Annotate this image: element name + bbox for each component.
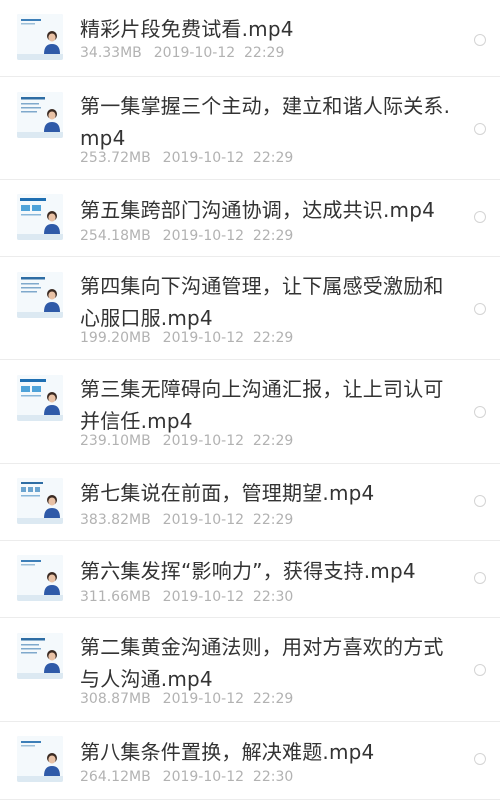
file-row[interactable]: 第五集跨部门沟通协调，达成共识.mp4 254.18MB 2019-10-12 22… bbox=[0, 180, 500, 257]
file-date: 2019-10-12 22:29 bbox=[162, 330, 294, 346]
file-name: 第八集条件置换，解决难题.mp4 bbox=[80, 740, 375, 764]
file-date: 2019-10-12 22:29 bbox=[162, 228, 294, 244]
radio-circle-icon[interactable] bbox=[474, 406, 486, 418]
file-list: 精彩片段免费试看.mp4 34.33MB 2019-10-12 22:29 第一集掌握… bbox=[0, 0, 500, 800]
file-meta: 264.12MB 2019-10-12 22:30 bbox=[80, 768, 293, 786]
video-thumbnail-icon bbox=[17, 736, 63, 782]
video-thumbnail-icon bbox=[17, 272, 63, 318]
file-name: 第一集掌握三个主动，建立和谐人际关系.mp4 bbox=[80, 94, 451, 150]
video-thumbnail-icon bbox=[17, 14, 63, 60]
radio-circle-icon[interactable] bbox=[474, 495, 486, 507]
file-name: 第七集说在前面，管理期望.mp4 bbox=[80, 481, 375, 505]
file-meta: 199.20MB 2019-10-12 22:29 bbox=[80, 329, 293, 347]
video-thumbnail-icon bbox=[17, 92, 63, 138]
radio-circle-icon[interactable] bbox=[474, 303, 486, 315]
file-size: 253.72MB bbox=[80, 150, 151, 166]
video-thumbnail-icon bbox=[17, 375, 63, 421]
radio-circle-icon[interactable] bbox=[474, 211, 486, 223]
file-date: 2019-10-12 22:30 bbox=[162, 589, 294, 605]
file-name: 第二集黄金沟通法则，用对方喜欢的方式与人沟通.mp4 bbox=[80, 635, 444, 691]
video-thumbnail-icon bbox=[17, 555, 63, 601]
file-meta: 239.10MB 2019-10-12 22:29 bbox=[80, 432, 293, 450]
video-thumbnail-icon bbox=[17, 633, 63, 679]
file-name: 精彩片段免费试看.mp4 bbox=[80, 17, 294, 41]
file-row[interactable]: 第一集掌握三个主动，建立和谐人际关系.mp4 253.72MB 2019-10-12… bbox=[0, 77, 500, 180]
file-meta: 311.66MB 2019-10-12 22:30 bbox=[80, 588, 293, 606]
file-meta: 308.87MB 2019-10-12 22:29 bbox=[80, 690, 293, 708]
file-size: 34.33MB bbox=[80, 45, 142, 61]
file-size: 383.82MB bbox=[80, 512, 151, 528]
file-size: 311.66MB bbox=[80, 589, 151, 605]
file-row[interactable]: 第六集发挥“影响力”，获得支持.mp4 311.66MB 2019-10-12 22… bbox=[0, 541, 500, 618]
file-row[interactable]: 第四集向下沟通管理，让下属感受激励和心服口服.mp4 199.20MB 2019-1… bbox=[0, 257, 500, 360]
file-row[interactable]: 第三集无障碍向上沟通汇报，让上司认可并信任.mp4 239.10MB 2019-10… bbox=[0, 360, 500, 464]
video-thumbnail-icon bbox=[17, 194, 63, 240]
radio-circle-icon[interactable] bbox=[474, 123, 486, 135]
file-meta: 253.72MB 2019-10-12 22:29 bbox=[80, 149, 293, 167]
file-date: 2019-10-12 22:29 bbox=[162, 433, 294, 449]
file-row[interactable]: 精彩片段免费试看.mp4 34.33MB 2019-10-12 22:29 bbox=[0, 0, 500, 77]
file-row[interactable]: 第七集说在前面，管理期望.mp4 383.82MB 2019-10-12 22:29 bbox=[0, 464, 500, 541]
file-name: 第五集跨部门沟通协调，达成共识.mp4 bbox=[80, 198, 436, 222]
file-date: 2019-10-12 22:29 bbox=[162, 512, 294, 528]
file-row[interactable]: 第二集黄金沟通法则，用对方喜欢的方式与人沟通.mp4 308.87MB 2019-1… bbox=[0, 618, 500, 722]
radio-circle-icon[interactable] bbox=[474, 753, 486, 765]
file-meta: 383.82MB 2019-10-12 22:29 bbox=[80, 511, 293, 529]
file-meta: 254.18MB 2019-10-12 22:29 bbox=[80, 227, 293, 245]
radio-circle-icon[interactable] bbox=[474, 664, 486, 676]
file-size: 308.87MB bbox=[80, 691, 151, 707]
file-date: 2019-10-12 22:29 bbox=[162, 150, 294, 166]
file-name: 第六集发挥“影响力”，获得支持.mp4 bbox=[80, 559, 416, 583]
radio-circle-icon[interactable] bbox=[474, 34, 486, 46]
file-date: 2019-10-12 22:29 bbox=[162, 691, 294, 707]
file-size: 199.20MB bbox=[80, 330, 151, 346]
file-name: 第三集无障碍向上沟通汇报，让上司认可并信任.mp4 bbox=[80, 377, 444, 433]
video-thumbnail-icon bbox=[17, 478, 63, 524]
radio-circle-icon[interactable] bbox=[474, 572, 486, 584]
file-meta: 34.33MB 2019-10-12 22:29 bbox=[80, 44, 284, 62]
file-name: 第四集向下沟通管理，让下属感受激励和心服口服.mp4 bbox=[80, 274, 444, 330]
file-date: 2019-10-12 22:29 bbox=[153, 45, 285, 61]
file-size: 264.12MB bbox=[80, 769, 151, 785]
file-size: 254.18MB bbox=[80, 228, 151, 244]
file-size: 239.10MB bbox=[80, 433, 151, 449]
file-date: 2019-10-12 22:30 bbox=[162, 769, 294, 785]
file-row[interactable]: 第八集条件置换，解决难题.mp4 264.12MB 2019-10-12 22:30 bbox=[0, 722, 500, 800]
